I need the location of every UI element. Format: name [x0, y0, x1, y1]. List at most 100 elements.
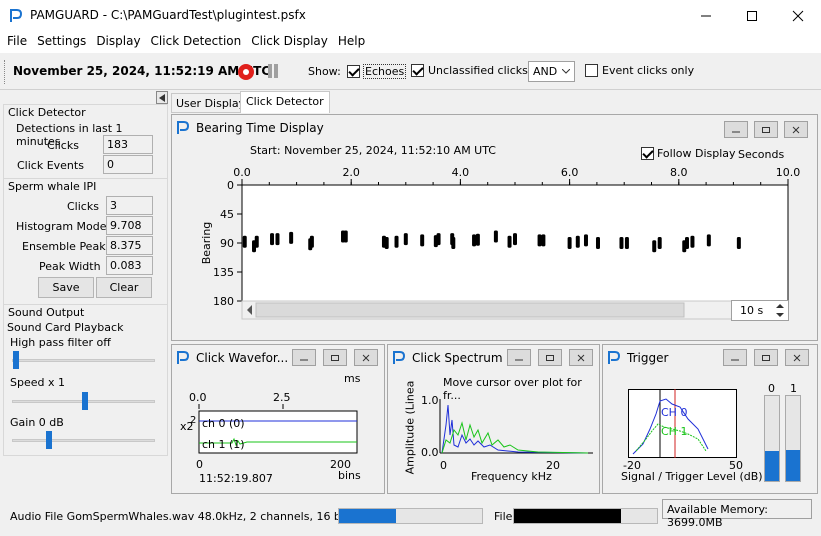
logic-select[interactable]: AND — [528, 61, 575, 82]
menu-settings[interactable]: Settings — [32, 31, 91, 53]
bearing-click-point[interactable] — [595, 237, 600, 249]
waveform-minimize-button[interactable] — [292, 349, 316, 366]
pamguard-logo-icon — [10, 9, 23, 22]
bearing-click-point[interactable] — [475, 233, 480, 246]
tab-click-detector[interactable]: Click Detector — [240, 91, 330, 113]
status-bar: Audio File GomSpermWhales.wav 48.0kHz, 2… — [0, 498, 821, 536]
maximize-button[interactable] — [729, 0, 775, 31]
menu-click-display[interactable]: Click Display — [246, 31, 333, 53]
bearing-click-point[interactable] — [513, 233, 517, 246]
toolbar-grip[interactable] — [4, 60, 6, 84]
bearing-click-point[interactable] — [403, 233, 408, 246]
bearing-click-point[interactable] — [472, 234, 477, 247]
gain-label: Gain 0 dB — [10, 416, 64, 429]
tab-user-display[interactable]: User Display — [171, 93, 251, 113]
bearing-click-point[interactable] — [575, 235, 580, 248]
bearing-click-point[interactable] — [736, 237, 741, 249]
bearing-click-point[interactable] — [706, 234, 711, 247]
echoes-check-icon — [347, 65, 360, 78]
bearing-click-point[interactable] — [436, 233, 441, 246]
menu-bar: File Settings Display Click Detection Cl… — [0, 31, 821, 53]
minimize-icon — [515, 359, 523, 360]
bearing-click-point[interactable] — [537, 234, 542, 247]
bearing-minimize-button[interactable] — [724, 121, 748, 138]
bearing-click-point[interactable] — [309, 235, 314, 248]
gain-slider-thumb[interactable] — [46, 431, 52, 449]
bearing-click-point[interactable] — [657, 237, 662, 249]
ensemble-peak-label: Ensemble Peak — [22, 240, 106, 253]
unclassified-checkbox[interactable]: Unclassified clicks — [411, 64, 528, 77]
follow-display-checkbox[interactable]: Follow Display — [641, 147, 736, 160]
bearing-x-tick-label: 8.0 — [670, 166, 688, 179]
bearing-click-point[interactable] — [394, 235, 399, 248]
menu-click-detection[interactable]: Click Detection — [146, 31, 247, 53]
trigger-maximize-button[interactable] — [754, 349, 778, 366]
bearing-scrollbar-thumb[interactable] — [255, 302, 685, 318]
level-meter-1-fill — [786, 450, 800, 481]
bearing-maximize-button[interactable] — [754, 121, 778, 138]
waveform-bottom-tick-0: 0 — [196, 458, 203, 471]
waveform-close-button[interactable] — [354, 349, 378, 366]
bearing-plot[interactable]: 0.0 2.0 4.0 6.0 8.0 10.0 0 45 90 135 180 Bearing — [172, 161, 817, 341]
bearing-click-point[interactable] — [684, 237, 689, 249]
bearing-click-point[interactable] — [451, 237, 456, 249]
record-button[interactable] — [238, 64, 254, 80]
bearing-click-point[interactable] — [343, 230, 348, 243]
spectrum-close-button[interactable] — [569, 349, 593, 366]
bearing-y-tick-label: 45 — [220, 208, 234, 221]
bearing-click-point[interactable] — [384, 237, 389, 249]
close-button[interactable] — [775, 0, 821, 31]
bearing-x-tick-label: 2.0 — [342, 166, 360, 179]
trigger-ch1-label: CH 1 — [661, 425, 688, 438]
waveform-unit: ms — [344, 372, 361, 385]
bearing-click-point[interactable] — [242, 235, 247, 248]
menu-display[interactable]: Display — [91, 31, 145, 53]
menu-help[interactable]: Help — [333, 31, 370, 53]
spectrum-minimize-button[interactable] — [507, 349, 531, 366]
close-icon — [577, 354, 585, 361]
bearing-click-point[interactable] — [420, 234, 425, 247]
clear-button[interactable]: Clear — [96, 277, 152, 298]
echoes-label: Echoes — [363, 64, 407, 79]
bearing-click-point[interactable] — [624, 237, 629, 249]
bearing-click-point[interactable] — [619, 237, 624, 249]
speed-slider-thumb[interactable] — [82, 392, 88, 410]
pamguard-logo-icon — [177, 351, 190, 364]
menu-file[interactable]: File — [2, 31, 32, 53]
event-clicks-checkbox[interactable]: Event clicks only — [585, 64, 694, 77]
bearing-click-point[interactable] — [583, 234, 588, 247]
trigger-minimize-button[interactable] — [723, 349, 747, 366]
collapse-panel-button[interactable] — [156, 91, 168, 104]
bearing-click-point[interactable] — [567, 237, 572, 249]
trigger-plot[interactable] — [628, 389, 738, 459]
spectrum-maximize-button[interactable] — [538, 349, 562, 366]
waveform-title-bar: Click Wavefor... — [172, 345, 384, 371]
bearing-click-point[interactable] — [690, 235, 695, 248]
bearing-click-point[interactable] — [254, 235, 259, 248]
click-detector-title: Click Detector — [8, 106, 86, 119]
trigger-close-button[interactable] — [785, 349, 809, 366]
bearing-x-tick-label: 10.0 — [776, 166, 801, 179]
highpass-slider-thumb[interactable] — [13, 351, 19, 369]
echoes-checkbox[interactable]: Echoes — [347, 64, 407, 79]
bearing-click-point[interactable] — [493, 230, 498, 243]
minimize-button[interactable] — [683, 0, 729, 31]
bearing-click-point[interactable] — [275, 233, 280, 246]
waveform-maximize-button[interactable] — [323, 349, 347, 366]
pamguard-logo-icon — [393, 351, 406, 364]
bearing-click-point[interactable] — [270, 233, 275, 246]
chevron-down-icon — [562, 69, 570, 74]
span-spinner[interactable] — [773, 301, 787, 320]
pamguard-logo-icon — [608, 351, 621, 364]
bearing-click-point[interactable] — [541, 234, 546, 247]
save-button[interactable]: Save — [38, 277, 94, 298]
file-progress-fill — [514, 509, 622, 523]
bearing-click-point[interactable] — [289, 231, 294, 244]
bearing-click-point[interactable] — [652, 240, 657, 253]
close-icon — [792, 10, 804, 21]
bearing-click-point[interactable] — [507, 235, 512, 248]
waveform-plot[interactable] — [172, 403, 384, 463]
bearing-close-button[interactable] — [784, 121, 808, 138]
pause-button[interactable] — [267, 64, 279, 78]
spectrum-plot[interactable] — [438, 395, 598, 460]
